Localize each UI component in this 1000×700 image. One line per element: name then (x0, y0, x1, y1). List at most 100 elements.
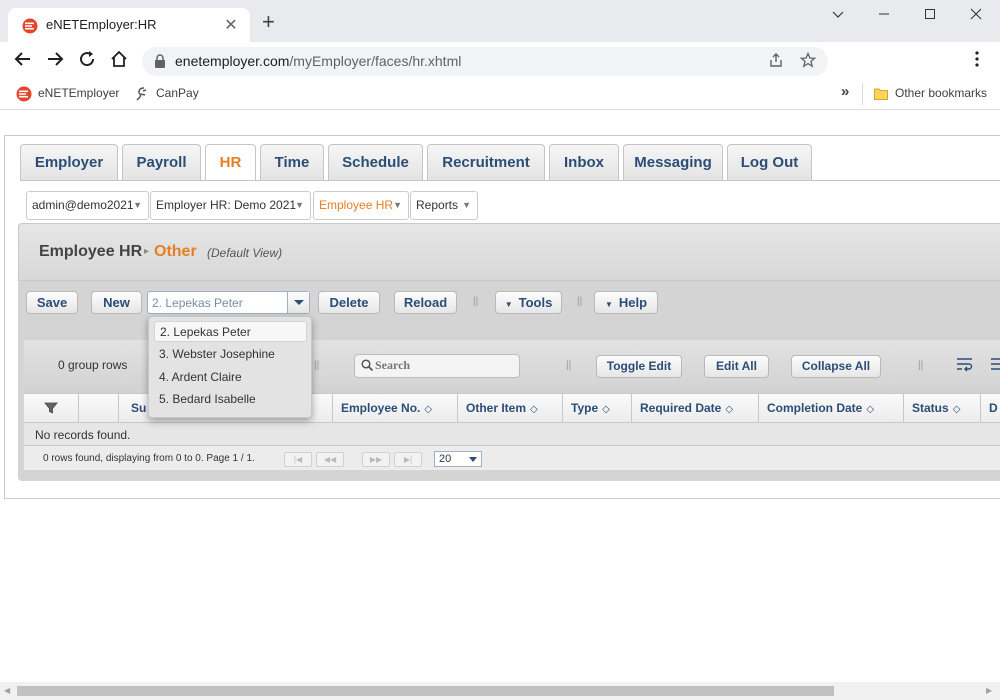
user-menu[interactable]: admin@demo2021 ▼ (26, 191, 149, 220)
no-records-message: No records found. (24, 423, 1000, 446)
group-rows-count: 0 group rows (58, 358, 128, 372)
chevron-down-icon: ▼ (295, 200, 304, 210)
employer-menu-label: Employer HR: Demo 2021 (156, 198, 297, 212)
filter-column[interactable] (24, 394, 79, 422)
enet-logo-icon (16, 86, 32, 102)
lock-icon (155, 54, 165, 68)
scroll-right-icon[interactable]: ▶ (986, 686, 992, 695)
help-menu-button[interactable]: ▼ Help (594, 291, 658, 314)
tab-recruitment[interactable]: Recruitment (427, 144, 545, 180)
toolbar-separator: || (314, 360, 320, 371)
collapse-all-button[interactable]: Collapse All (791, 355, 881, 378)
bookmark-label: eNETEmployer (38, 86, 120, 101)
tab-inbox[interactable]: Inbox (549, 144, 619, 180)
reload-button[interactable]: Reload (394, 291, 457, 314)
scroll-left-icon[interactable]: ◀ (4, 686, 10, 695)
forward-icon[interactable] (44, 50, 66, 72)
browser-tab[interactable]: eNETEmployer:HR ✕ (8, 8, 250, 42)
tools-menu-button[interactable]: ▼ Tools (495, 291, 562, 314)
bookmark-canpay[interactable]: CanPay (134, 86, 199, 102)
employee-hr-menu[interactable]: Employee HR ▼ (313, 191, 409, 220)
sort-icon[interactable]: ◇ (602, 404, 610, 415)
url-text[interactable]: enetemployer.com/myEmployer/faces/hr.xht… (175, 53, 461, 69)
last-page-icon[interactable]: ▶| (394, 452, 422, 467)
sort-icon[interactable]: ◇ (866, 404, 874, 415)
minimize-icon[interactable] (861, 4, 907, 28)
browser-menu-icon[interactable] (966, 50, 988, 72)
sort-icon[interactable]: ◇ (424, 404, 432, 415)
user-menu-label: admin@demo2021 (32, 198, 134, 212)
share-icon[interactable] (768, 52, 784, 72)
toggle-edit-button[interactable]: Toggle Edit (596, 355, 682, 378)
employee-option[interactable]: 5. Bedard Isabelle (154, 389, 307, 410)
back-icon[interactable] (12, 50, 34, 72)
employee-option[interactable]: 3. Webster Josephine (154, 344, 307, 365)
previous-page-icon[interactable]: ◀◀ (316, 452, 344, 467)
delete-button[interactable]: Delete (318, 291, 380, 314)
chevron-down-icon[interactable] (287, 292, 309, 313)
chevron-down-icon: ▼ (462, 200, 471, 210)
tab-hr[interactable]: HR (205, 144, 256, 181)
first-page-icon[interactable]: |◀ (284, 452, 312, 467)
column-label: Employee No. (341, 401, 421, 415)
column-header-type[interactable]: Type ◇ (563, 394, 632, 422)
sort-icon[interactable]: ◇ (953, 404, 961, 415)
scrollbar-thumb[interactable] (17, 686, 834, 696)
search-icon (361, 359, 373, 371)
sort-icon[interactable]: ◇ (530, 404, 538, 415)
column-header-completion-date[interactable]: Completion Date ◇ (759, 394, 904, 422)
column-label: Completion Date (767, 401, 863, 415)
reports-menu[interactable]: Reports ▼ (410, 191, 478, 220)
page-header: Employee HR ▸ Other (Default View) (18, 223, 1000, 281)
employer-menu[interactable]: Employer HR: Demo 2021 ▼ (150, 191, 311, 220)
column-menu-icon[interactable] (990, 356, 1000, 375)
bookmarks-bar: eNETEmployer CanPay » Other bookmarks (0, 80, 1000, 110)
edit-all-button[interactable]: Edit All (704, 355, 769, 378)
filter-funnel-icon[interactable] (44, 401, 58, 415)
save-button[interactable]: Save (26, 291, 78, 314)
caret-down-icon: ▼ (604, 300, 613, 309)
help-label: Help (618, 295, 648, 310)
tab-employer[interactable]: Employer (20, 144, 118, 180)
employee-option[interactable]: 4. Ardent Claire (154, 367, 307, 388)
column-header-d[interactable]: D (981, 394, 1000, 422)
close-tab-icon[interactable]: ✕ (222, 15, 240, 35)
tab-schedule[interactable]: Schedule (328, 144, 423, 180)
column-header-employee-no[interactable]: Employee No. ◇ (333, 394, 458, 422)
tab-time[interactable]: Time (260, 144, 324, 180)
sort-icon[interactable]: ◇ (725, 404, 733, 415)
column-header-required-date[interactable]: Required Date ◇ (632, 394, 759, 422)
employee-select[interactable]: 2. Lepekas Peter (147, 291, 310, 314)
toolbar-separator: || (473, 296, 479, 307)
grid-search[interactable] (354, 354, 520, 378)
maximize-icon[interactable] (907, 4, 953, 28)
next-page-icon[interactable]: ▶▶ (362, 452, 390, 467)
column-header-status[interactable]: Status ◇ (904, 394, 981, 422)
folder-icon (874, 88, 888, 100)
address-bar[interactable]: enetemployer.com/myEmployer/faces/hr.xht… (142, 47, 828, 76)
tab-messaging[interactable]: Messaging (623, 144, 723, 180)
new-tab-icon[interactable]: + (262, 11, 275, 33)
employee-option[interactable]: 2. Lepekas Peter (154, 321, 307, 342)
column-header-other-item[interactable]: Other Item ◇ (458, 394, 563, 422)
search-input[interactable] (375, 358, 515, 373)
wrap-text-icon[interactable] (956, 356, 974, 375)
reload-icon[interactable] (76, 50, 98, 72)
page-size-select[interactable]: 20 (434, 451, 482, 467)
home-icon[interactable] (108, 50, 130, 72)
column-label: Type (571, 401, 599, 415)
bookmark-enetemployer[interactable]: eNETEmployer (16, 86, 119, 102)
new-button[interactable]: New (91, 291, 142, 314)
minimize-window-icon[interactable] (815, 4, 861, 28)
horizontal-scrollbar[interactable]: ◀ ▶ (0, 682, 1000, 700)
other-bookmarks[interactable]: Other bookmarks (873, 86, 987, 102)
close-window-icon[interactable] (953, 4, 999, 28)
pager-status: 0 rows found, displaying from 0 to 0. Pa… (43, 453, 255, 464)
bookmarks-overflow-icon[interactable]: » (841, 83, 849, 100)
view-label: (Default View) (207, 246, 283, 260)
column-label: Required Date (640, 401, 722, 415)
tab-logout[interactable]: Log Out (727, 144, 812, 180)
reports-menu-label: Reports (416, 198, 459, 212)
tab-payroll[interactable]: Payroll (122, 144, 201, 180)
bookmark-star-icon[interactable] (799, 51, 817, 72)
